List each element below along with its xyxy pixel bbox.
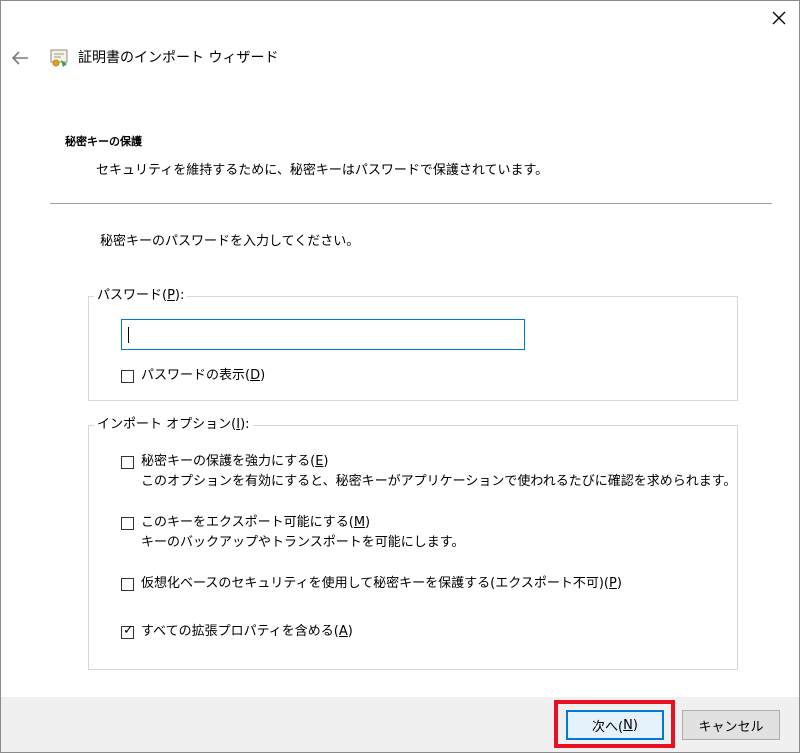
virtualization-security-checkbox[interactable] xyxy=(121,578,134,591)
show-password-checkbox[interactable] xyxy=(121,370,134,383)
text-caret xyxy=(128,327,129,343)
import-options-legend: インポート オプション(I): xyxy=(94,416,253,434)
wizard-title: 証明書のインポート ウィザード xyxy=(78,50,279,66)
extended-properties-checkbox[interactable]: ✓ xyxy=(121,623,134,639)
strong-protection-checkbox[interactable] xyxy=(121,456,134,469)
back-arrow-icon xyxy=(11,51,28,65)
footer-bar xyxy=(1,697,799,752)
password-input[interactable] xyxy=(121,319,525,350)
exportable-key-description: キーのバックアップやトランスポートを可能にします。 xyxy=(141,535,465,550)
password-prompt: 秘密キーのパスワードを入力してください。 xyxy=(100,234,360,249)
section-description: セキュリティを維持するために、秘密キーはパスワードで保護されています。 xyxy=(96,163,549,178)
strong-protection-description: このオプションを有効にすると、秘密キーがアプリケーションで使われるたびに確認を求… xyxy=(141,474,737,489)
show-password-label[interactable]: パスワードの表示(D) xyxy=(141,367,265,385)
close-button[interactable] xyxy=(762,2,796,34)
extended-properties-label[interactable]: すべての拡張プロパティを含める(A) xyxy=(141,623,353,641)
strong-protection-label[interactable]: 秘密キーの保護を強力にする(E) xyxy=(141,453,329,471)
next-button[interactable]: 次へ(N) xyxy=(566,710,664,740)
virtualization-security-label[interactable]: 仮想化ベースのセキュリティを使用して秘密キーを保護する(エクスポート不可)(P) xyxy=(141,575,622,593)
back-button[interactable] xyxy=(9,47,31,69)
cancel-button[interactable]: キャンセル xyxy=(682,710,780,740)
close-icon xyxy=(772,11,786,25)
certificate-icon xyxy=(50,49,68,67)
password-group-legend: パスワード(P): xyxy=(94,287,188,305)
header-divider xyxy=(50,203,772,204)
checkmark-icon: ✓ xyxy=(123,623,134,638)
section-heading: 秘密キーの保護 xyxy=(65,135,142,148)
exportable-key-checkbox[interactable] xyxy=(121,517,134,530)
exportable-key-label[interactable]: このキーをエクスポート可能にする(M) xyxy=(141,514,370,532)
